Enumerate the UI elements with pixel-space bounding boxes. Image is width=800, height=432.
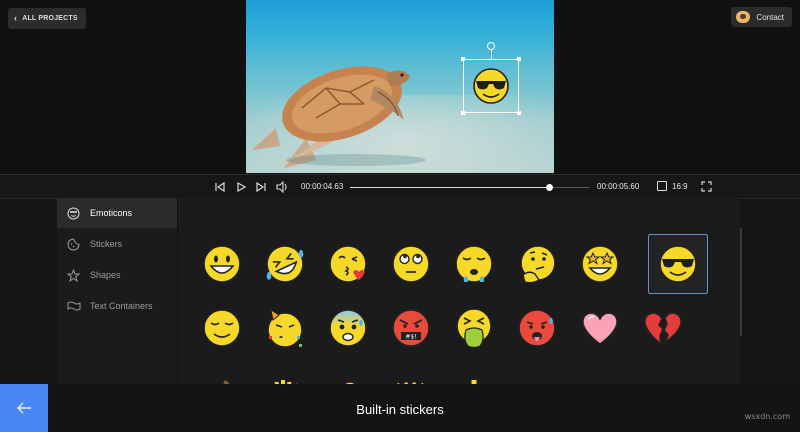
pink-heart-icon[interactable] (570, 298, 630, 358)
sticker-item-partial[interactable] (318, 362, 378, 384)
hot-face-emoji-icon[interactable] (507, 298, 567, 358)
broken-heart-icon[interactable] (633, 298, 693, 358)
sunglasses-emoji-icon (473, 68, 509, 104)
sidebar-item-shapes[interactable]: Shapes (57, 260, 177, 290)
sticker-item-partial[interactable] (507, 362, 567, 384)
chevron-left-icon: ‹ (14, 13, 18, 23)
video-preview[interactable] (246, 0, 554, 173)
watermark: wsxdn.com (744, 412, 790, 421)
playback-bar: 00:00:04.63 00:00:05.60 16:9 (0, 174, 800, 199)
rotate-handle-line (491, 49, 492, 59)
cursing-emoji-icon[interactable]: #$! (381, 298, 441, 358)
total-time: 00:00:05.60 (597, 182, 640, 191)
crying-emoji-icon[interactable] (444, 234, 504, 294)
sidebar-item-label: Stickers (90, 239, 123, 249)
aspect-ratio-button[interactable]: 16:9 (657, 181, 688, 191)
kissing-heart-emoji-icon[interactable] (318, 234, 378, 294)
play-icon[interactable] (235, 181, 247, 196)
preview-area: ‹ ALL PROJECTS Contact (0, 0, 800, 174)
fullscreen-icon[interactable] (701, 181, 712, 195)
support-avatar-icon (736, 11, 751, 23)
resize-handle[interactable] (461, 111, 465, 115)
emoticon-icon (66, 206, 81, 221)
all-projects-label: ALL PROJECTS (22, 15, 78, 22)
sidebar-item-label: Shapes (90, 270, 121, 280)
sticker-item-partial[interactable] (444, 362, 504, 384)
sticker-scrollbar[interactable] (740, 228, 742, 336)
sticker-item-partial[interactable] (255, 362, 315, 384)
grinning-emoji-icon[interactable] (192, 234, 252, 294)
placed-sticker[interactable] (463, 59, 519, 113)
party-emoji-icon[interactable] (255, 298, 315, 358)
resize-handle[interactable] (461, 57, 465, 61)
star-struck-emoji-icon[interactable] (570, 234, 630, 294)
sticker-grid: #$! (178, 198, 740, 384)
anxious-emoji-icon[interactable] (318, 298, 378, 358)
vomiting-emoji-icon[interactable] (444, 298, 504, 358)
category-sidebar: Emoticons Stickers Shapes Text Container… (57, 198, 177, 384)
text-container-icon (66, 299, 81, 314)
eye-roll-emoji-icon[interactable] (381, 234, 441, 294)
resize-handle[interactable] (517, 57, 521, 61)
caption-text: Built-in stickers (356, 402, 444, 417)
timeline-thumb[interactable] (546, 184, 554, 191)
sidebar-item-label: Text Containers (90, 301, 153, 311)
resize-handle[interactable] (517, 111, 521, 115)
timeline-progress (350, 187, 550, 188)
svg-text:#$!: #$! (405, 334, 416, 341)
current-time: 00:00:04.63 (301, 182, 344, 191)
contact-button[interactable]: Contact (731, 7, 792, 27)
star-icon (66, 268, 81, 283)
skip-forward-icon[interactable] (255, 181, 267, 196)
skip-back-icon[interactable] (214, 181, 226, 196)
sidebar-item-stickers[interactable]: Stickers (57, 229, 177, 259)
sticker-item-partial[interactable] (192, 362, 252, 384)
sticker-item-partial[interactable] (381, 362, 441, 384)
aspect-ratio-icon (657, 181, 667, 191)
sticker-icon (66, 237, 81, 252)
timeline-scrubber[interactable] (350, 184, 590, 191)
thinking-emoji-icon[interactable] (507, 234, 567, 294)
editor-screen: ‹ ALL PROJECTS Contact 00:00:04.63 00:00… (0, 0, 800, 432)
contact-label: Contact (756, 12, 784, 22)
relieved-emoji-icon[interactable] (192, 298, 252, 358)
sticker-item-partial[interactable] (570, 362, 630, 384)
rolling-laughing-emoji-icon[interactable] (255, 234, 315, 294)
all-projects-button[interactable]: ‹ ALL PROJECTS (8, 8, 86, 29)
sidebar-item-emoticons[interactable]: Emoticons (57, 198, 177, 228)
sidebar-item-text-containers[interactable]: Text Containers (57, 291, 177, 321)
volume-icon[interactable] (276, 180, 289, 196)
sunglasses-emoji-icon[interactable] (648, 234, 708, 294)
sidebar-item-label: Emoticons (90, 208, 133, 218)
aspect-ratio-label: 16:9 (672, 181, 688, 191)
